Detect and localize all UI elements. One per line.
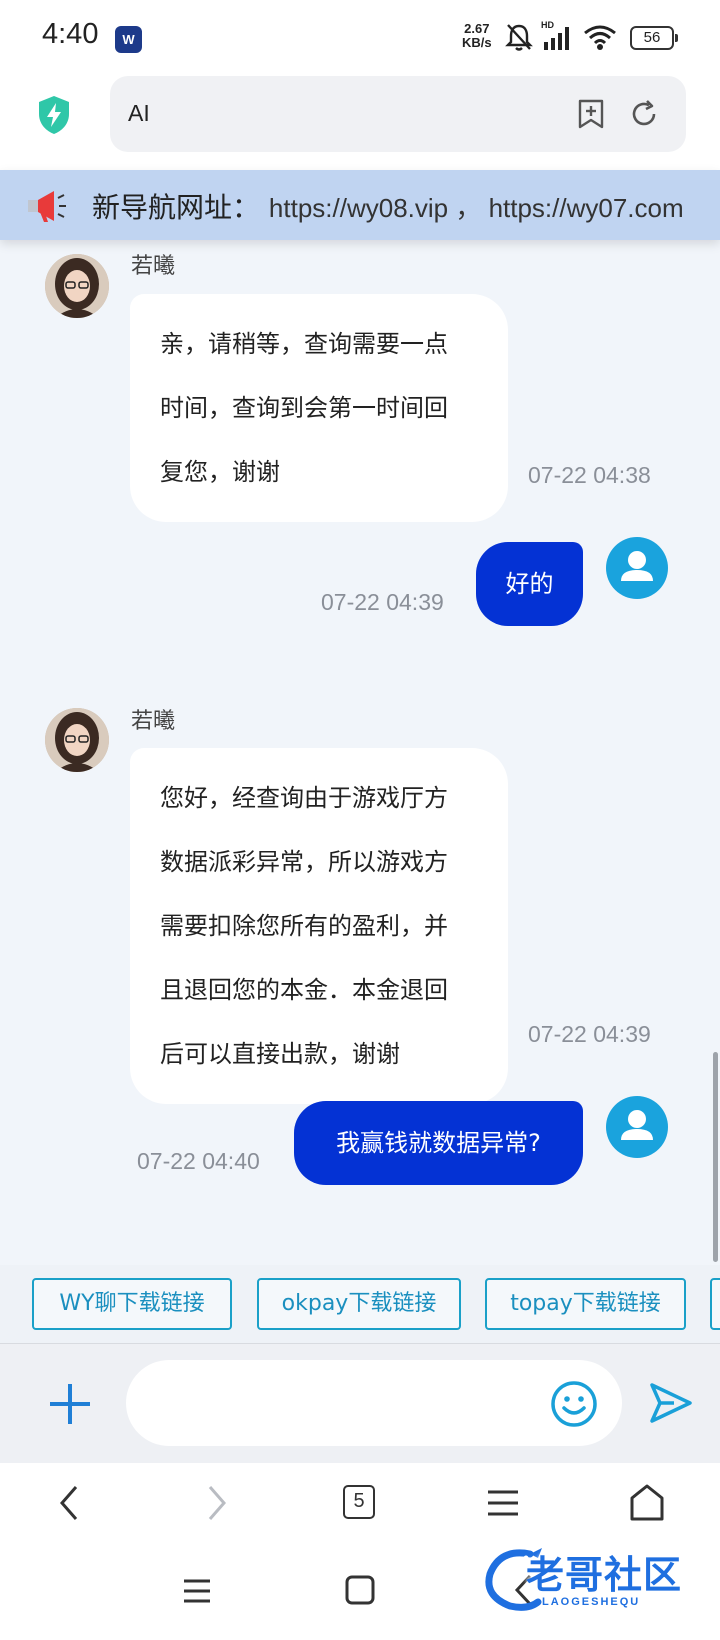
network-speed-unit: KB/s — [462, 35, 492, 50]
quick-link-topay-download[interactable]: topay下载链接 — [485, 1278, 686, 1330]
message-line: 且退回您的本金．本金退回 — [160, 976, 448, 1004]
agent-avatar-image — [45, 254, 109, 318]
send-icon[interactable] — [648, 1380, 694, 1426]
announcement-text: 新导航网址： https://wy08.vip ， https://wy07.c… — [92, 186, 684, 226]
quick-links-bar[interactable]: WY聊下载链接 okpay下载链接 topay下载链接 — [0, 1265, 720, 1343]
status-bar: 4:40 W 2.67 KB/s HD 56 — [0, 0, 720, 76]
message-line: 后可以直接出款，谢谢 — [160, 1040, 400, 1068]
message-timestamp: 07-22 04:40 — [137, 1148, 260, 1174]
cell-signal-icon: HD — [541, 20, 575, 52]
sender-name: 若曦 — [131, 709, 176, 734]
chat-area[interactable]: 若曦 亲，请稍等，查询需要一点 时间，查询到会第一时间回 复您，谢谢 07-22… — [0, 240, 720, 1265]
agent-avatar-image — [45, 708, 109, 772]
incoming-message-bubble[interactable]: 您好，经查询由于游戏厅方 数据派彩异常，所以游戏方 需要扣除您所有的盈利，并 且… — [130, 748, 508, 1104]
network-speed: 2.67 KB/s — [462, 22, 492, 50]
megaphone-icon — [28, 191, 66, 222]
outgoing-message-bubble[interactable]: 我赢钱就数据异常? — [294, 1101, 583, 1185]
home-icon[interactable] — [629, 1483, 665, 1523]
message-line: 数据派彩异常，所以游戏方 — [160, 848, 448, 876]
forward-icon[interactable] — [204, 1483, 230, 1523]
plus-icon[interactable] — [46, 1380, 94, 1428]
message-timestamp: 07-22 04:39 — [321, 589, 444, 615]
status-time: 4:40 — [42, 18, 99, 50]
message-timestamp: 07-22 04:39 — [528, 1021, 651, 1047]
user-silhouette-icon — [621, 1110, 653, 1140]
announcement-marquee: 新导航网址： https://wy08.vip ， https://wy07.c… — [0, 170, 720, 240]
watermark-title: 老哥社区 — [526, 1553, 683, 1597]
address-text[interactable]: AI — [128, 100, 150, 127]
recents-icon[interactable] — [182, 1577, 212, 1605]
outgoing-message-bubble[interactable]: 好的 — [476, 542, 583, 626]
message-line: 亲，请稍等，查询需要一点 — [160, 330, 448, 358]
message-line: 需要扣除您所有的盈利，并 — [160, 912, 448, 940]
back-icon[interactable] — [56, 1483, 82, 1523]
user-avatar[interactable] — [606, 1096, 668, 1158]
message-line: 时间，查询到会第一时间回 — [160, 394, 448, 422]
chat-scrollbar[interactable] — [713, 1052, 718, 1262]
status-icons: HD — [505, 20, 617, 52]
battery-indicator: 56 — [630, 26, 678, 50]
message-line: 您好，经查询由于游戏厅方 — [160, 784, 448, 812]
watermark-logo: 老哥社区 LAOGESHEQU — [480, 1540, 710, 1620]
sender-name: 若曦 — [131, 254, 176, 279]
mute-bell-icon — [505, 24, 533, 51]
wifi-icon — [584, 25, 616, 50]
message-input[interactable] — [126, 1360, 622, 1446]
quick-link-okpay-download[interactable]: okpay下载链接 — [257, 1278, 461, 1330]
shield-bolt-icon[interactable] — [36, 94, 72, 136]
message-timestamp: 07-22 04:38 — [528, 462, 651, 488]
tabs-button[interactable]: 5 — [343, 1485, 377, 1521]
system-home-icon[interactable] — [345, 1575, 375, 1605]
address-bar[interactable]: AI — [110, 76, 686, 152]
menu-icon[interactable] — [486, 1483, 520, 1523]
announcement-urls[interactable]: https://wy08.vip ， https://wy07.com — [269, 193, 684, 223]
announcement-prefix: 新导航网址： — [92, 191, 261, 224]
incoming-message-bubble[interactable]: 亲，请稍等，查询需要一点 时间，查询到会第一时间回 复您，谢谢 — [130, 294, 508, 522]
agent-avatar[interactable] — [45, 254, 109, 318]
message-input-bar — [0, 1343, 720, 1463]
message-line: 复您，谢谢 — [160, 458, 280, 486]
quick-link-wy-download[interactable]: WY聊下载链接 — [32, 1278, 232, 1330]
browser-navigation: 5 — [0, 1463, 720, 1549]
watermark-subtitle: LAOGESHEQU — [542, 1596, 641, 1608]
app-notification-icon: W — [115, 26, 142, 53]
browser-toolbar: AI — [0, 76, 720, 170]
quick-link-more[interactable] — [710, 1278, 720, 1330]
user-silhouette-icon — [621, 551, 653, 581]
user-avatar[interactable] — [606, 537, 668, 599]
network-speed-value: 2.67 — [464, 21, 490, 36]
tab-count: 5 — [343, 1485, 375, 1519]
reload-icon[interactable] — [628, 98, 660, 130]
emoji-icon[interactable] — [550, 1380, 598, 1428]
add-bookmark-icon[interactable] — [576, 98, 606, 130]
agent-avatar[interactable] — [45, 708, 109, 772]
